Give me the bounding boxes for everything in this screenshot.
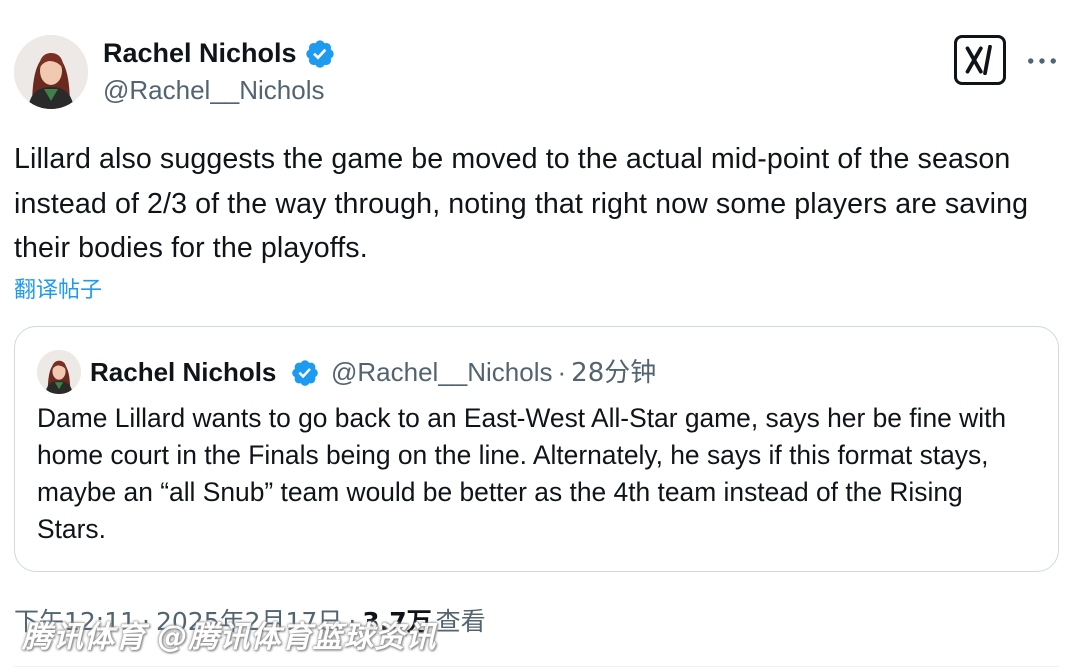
more-button[interactable]: [1022, 45, 1062, 77]
quoted-tweet-meta: @Rachel__Nichols · 28分钟: [331, 355, 656, 390]
quoted-author-name: Rachel Nichols: [90, 357, 277, 387]
grok-icon: [965, 45, 992, 75]
tweet-text: Lillard also suggests the game be moved …: [14, 143, 1029, 264]
quoted-tweet-time[interactable]: 28分钟: [571, 358, 656, 388]
more-icon: [1028, 58, 1056, 64]
verified-badge-icon: [290, 358, 320, 388]
views-label: 查看: [435, 607, 486, 636]
grok-button[interactable]: [954, 35, 1006, 85]
divider: [14, 666, 1059, 667]
author-name[interactable]: Rachel Nichols: [103, 36, 297, 70]
meta-separator: ·: [557, 357, 567, 387]
author-handle[interactable]: @Rachel__Nichols: [103, 72, 325, 108]
quoted-author-avatar: [37, 350, 81, 394]
quoted-tweet-text: Dame Lillard wants to go back to an East…: [37, 403, 1007, 544]
translate-post-link[interactable]: 翻译帖子: [14, 276, 102, 306]
verified-badge-icon: [304, 38, 336, 70]
author-avatar[interactable]: [14, 35, 88, 109]
quoted-author-handle: @Rachel__Nichols: [331, 357, 553, 387]
watermark: 腾讯体育 @腾讯体育篮球资讯: [22, 620, 437, 655]
